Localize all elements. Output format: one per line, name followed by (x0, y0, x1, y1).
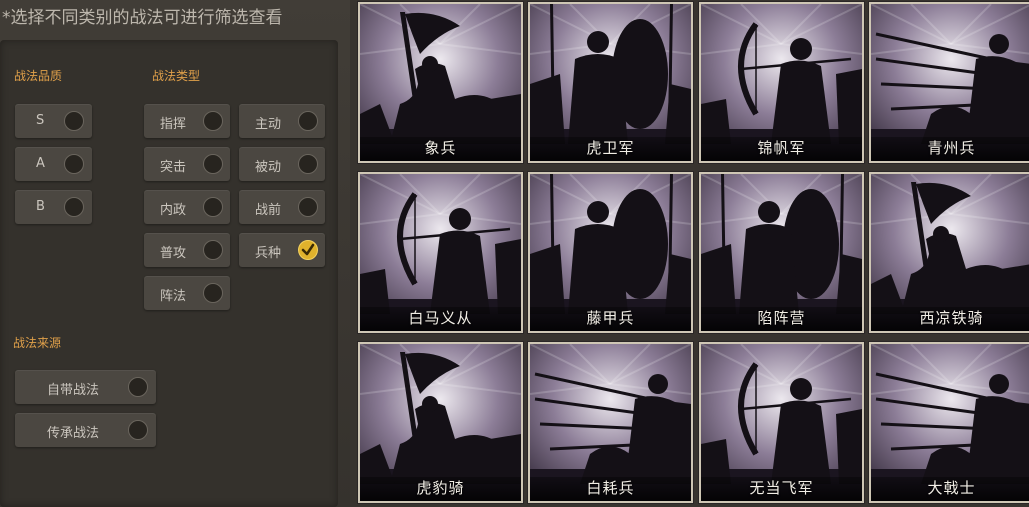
type-label: 兵种 (255, 246, 282, 261)
radio-icon (64, 111, 84, 131)
card-name: 锦帆军 (757, 139, 806, 157)
type-label: 战前 (255, 203, 282, 218)
tactic-card[interactable]: 锦帆军 (699, 2, 864, 163)
quality-label: S (36, 113, 45, 128)
type-option-internal[interactable]: 内政 (144, 190, 230, 224)
card-name: 大戟士 (927, 479, 976, 497)
card-name: 藤甲兵 (586, 309, 635, 327)
quality-option-s[interactable]: S (15, 104, 92, 138)
type-option-active[interactable]: 主动 (239, 104, 325, 138)
type-option-formation[interactable]: 阵法 (144, 276, 230, 310)
type-title: 战法类型 (152, 69, 201, 83)
card-name: 虎豹骑 (416, 479, 465, 497)
type-label: 被动 (255, 160, 282, 175)
radio-icon (128, 377, 148, 397)
quality-option-b[interactable]: B (15, 190, 92, 224)
tactic-card[interactable]: 象兵 (358, 2, 523, 163)
quality-option-a[interactable]: A (15, 147, 92, 181)
type-option-normal-attack[interactable]: 普攻 (144, 233, 230, 267)
tactic-card[interactable]: 青州兵 (869, 2, 1029, 163)
filter-box: 战法品质 战法类型 S A B 指挥 主动 突击 被动 内政 战前 普攻 兵种 … (0, 40, 338, 507)
tactic-card[interactable]: 白耗兵 (528, 342, 693, 503)
radio-icon (298, 111, 318, 131)
card-name: 虎卫军 (586, 139, 635, 157)
tactic-card[interactable]: 白马义从 (358, 172, 523, 333)
card-name: 无当飞军 (749, 479, 814, 497)
radio-icon (64, 154, 84, 174)
radio-icon (298, 154, 318, 174)
source-option-inherited[interactable]: 传承战法 (15, 413, 156, 447)
type-option-prebattle[interactable]: 战前 (239, 190, 325, 224)
tactic-card[interactable]: 虎豹骑 (358, 342, 523, 503)
source-label: 传承战法 (47, 426, 100, 441)
type-option-command[interactable]: 指挥 (144, 104, 230, 138)
tactic-card[interactable]: 西凉铁骑 (869, 172, 1029, 333)
tactic-card[interactable]: 藤甲兵 (528, 172, 693, 333)
type-label: 突击 (160, 160, 187, 175)
card-name: 象兵 (424, 139, 457, 157)
type-label: 阵法 (160, 289, 187, 304)
card-name: 白马义从 (408, 309, 473, 327)
tactic-card[interactable]: 无当飞军 (699, 342, 864, 503)
source-label: 自带战法 (47, 383, 100, 398)
radio-icon (203, 197, 223, 217)
radio-icon (203, 111, 223, 131)
type-label: 普攻 (160, 246, 187, 261)
radio-icon (203, 154, 223, 174)
check-icon (298, 240, 318, 260)
card-name: 白耗兵 (586, 479, 635, 497)
type-option-assault[interactable]: 突击 (144, 147, 230, 181)
card-name: 西凉铁骑 (919, 309, 984, 327)
filter-hint: *选择不同类别的战法可进行筛选查看 (2, 8, 283, 28)
quality-title: 战法品质 (14, 69, 63, 83)
type-option-passive[interactable]: 被动 (239, 147, 325, 181)
tactic-card[interactable]: 虎卫军 (528, 2, 693, 163)
tactic-card[interactable]: 陷阵营 (699, 172, 864, 333)
quality-label: B (36, 199, 45, 214)
radio-icon (128, 420, 148, 440)
source-option-innate[interactable]: 自带战法 (15, 370, 156, 404)
type-label: 主动 (255, 117, 282, 132)
radio-icon (298, 197, 318, 217)
tactic-card[interactable]: 大戟士 (869, 342, 1029, 503)
type-label: 内政 (160, 203, 187, 218)
quality-label: A (36, 156, 45, 171)
source-title: 战法来源 (13, 336, 62, 350)
radio-icon (203, 240, 223, 260)
type-option-troop[interactable]: 兵种 (239, 233, 325, 267)
type-label: 指挥 (160, 117, 187, 132)
card-name: 青州兵 (927, 139, 976, 157)
radio-icon (203, 283, 223, 303)
radio-icon (64, 197, 84, 217)
filter-panel: *选择不同类别的战法可进行筛选查看 战法品质 战法类型 S A B 指挥 主动 … (0, 0, 350, 507)
card-name: 陷阵营 (757, 309, 806, 327)
